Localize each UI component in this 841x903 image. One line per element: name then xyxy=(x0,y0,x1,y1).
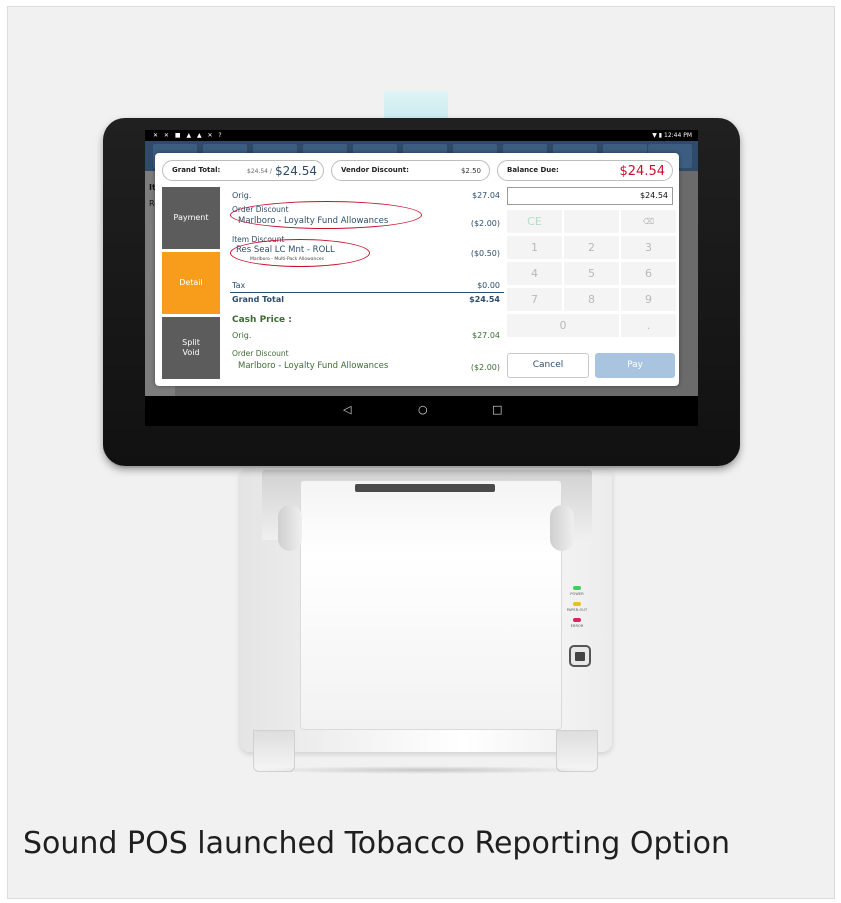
cancel-button[interactable]: Cancel xyxy=(507,353,589,378)
screen: ✕ ✕ ■ ▲ ▲ ✕ ? ▼ ▮ 12:44 PM Item Res M Gr… xyxy=(145,130,698,426)
key-3[interactable]: 3 xyxy=(621,236,676,259)
balance-due-value: $24.54 xyxy=(619,164,666,179)
base-shadow xyxy=(250,766,600,774)
status-icons: ✕ ✕ ■ ▲ ▲ ✕ ? xyxy=(153,132,224,139)
key-5[interactable]: 5 xyxy=(564,262,619,285)
printer-hinge-right xyxy=(550,505,574,551)
grand-total-row-label: Grand Total xyxy=(232,295,284,304)
home-icon[interactable]: ○ xyxy=(418,404,428,416)
item-discount-value: ($0.50) xyxy=(470,249,500,258)
paper-slot xyxy=(355,484,495,492)
highlight-ellipse xyxy=(230,239,370,267)
amount-input[interactable]: $24.54 xyxy=(507,187,673,205)
paper-led-icon xyxy=(573,602,581,606)
printer-hinge-left xyxy=(278,505,302,551)
key-7[interactable]: 7 xyxy=(507,288,562,311)
printer-leds: POWER PAPER-OUT ERROR xyxy=(565,586,589,634)
orig-value: $27.04 xyxy=(472,191,500,200)
vendor-discount-pill: Vendor Discount: $2.50 xyxy=(331,160,490,181)
feed-icon xyxy=(575,651,585,661)
detail-panel: Orig. $27.04 Order Discount Marlboro - L… xyxy=(222,185,504,386)
key-4[interactable]: 4 xyxy=(507,262,562,285)
key-2[interactable]: 2 xyxy=(564,236,619,259)
grand-total-row-value: $24.54 xyxy=(469,295,500,304)
grand-total-row: Grand Total $24.54 xyxy=(232,295,504,304)
error-led-icon xyxy=(573,618,581,622)
tab-detail-label: Detail xyxy=(179,278,203,287)
power-led-label: POWER xyxy=(570,592,584,596)
tab-void-label: Void xyxy=(182,348,200,357)
vendor-discount-value: $2.50 xyxy=(460,167,481,175)
key-dot[interactable]: . xyxy=(621,314,676,337)
key-blank xyxy=(564,210,619,233)
cash-orig-label: Orig. xyxy=(232,331,252,340)
cash-order-discount-heading: Order Discount xyxy=(232,349,289,358)
cash-orig-row: Orig. $27.04 xyxy=(232,331,504,340)
tab-payment-label: Payment xyxy=(173,213,209,222)
cash-orig-value: $27.04 xyxy=(472,331,500,340)
pay-button[interactable]: Pay xyxy=(595,353,675,378)
orig-row: Orig. $27.04 xyxy=(232,191,504,200)
tab-payment[interactable]: Payment xyxy=(162,187,220,249)
cash-order-discount-value: ($2.00) xyxy=(470,363,500,372)
key-ce[interactable]: CE xyxy=(507,210,562,233)
grand-total-small: $24.54 / xyxy=(247,168,272,175)
power-led-icon xyxy=(573,586,581,590)
order-discount-value: ($2.00) xyxy=(470,219,500,228)
printer-cover xyxy=(300,480,562,730)
paper-feed-button[interactable] xyxy=(569,645,591,667)
paper-led-label: PAPER-OUT xyxy=(566,608,588,612)
key-8[interactable]: 8 xyxy=(564,288,619,311)
grand-total-pill: Grand Total: $24.54 / $24.54 xyxy=(162,160,324,181)
key-6[interactable]: 6 xyxy=(621,262,676,285)
error-led-label: ERROR xyxy=(570,624,584,628)
back-icon[interactable]: ◁ xyxy=(343,404,351,416)
tax-row: Tax $0.00 xyxy=(232,281,504,290)
tab-split-void[interactable]: Split Void xyxy=(162,317,220,379)
status-bar: ✕ ✕ ■ ▲ ▲ ✕ ? ▼ ▮ 12:44 PM xyxy=(145,130,698,141)
tab-split-label: Split xyxy=(182,338,200,347)
android-nav-bar: ◁ ○ □ xyxy=(145,396,698,426)
grand-total-value: $24.54 xyxy=(275,164,317,178)
caption: Sound POS launched Tobacco Reporting Opt… xyxy=(23,826,730,861)
tab-detail[interactable]: Detail xyxy=(162,252,220,314)
key-9[interactable]: 9 xyxy=(621,288,676,311)
balance-due-label: Balance Due: xyxy=(507,166,559,174)
vendor-discount-label: Vendor Discount: xyxy=(341,166,409,174)
backspace-icon[interactable]: ⌫ xyxy=(621,210,676,233)
tax-label: Tax xyxy=(232,281,246,290)
highlight-ellipse xyxy=(230,201,422,229)
orig-label: Orig. xyxy=(232,191,252,200)
total-divider xyxy=(230,292,504,293)
key-1[interactable]: 1 xyxy=(507,236,562,259)
cash-price-heading: Cash Price : xyxy=(232,315,292,325)
recents-icon[interactable]: □ xyxy=(492,404,502,416)
cash-order-discount-item: Marlboro - Loyalty Fund Allowances xyxy=(238,361,389,371)
payment-dialog: Grand Total: $24.54 / $24.54 Vendor Disc… xyxy=(155,153,679,386)
tax-value: $0.00 xyxy=(477,281,500,290)
balance-due-pill: Balance Due: $24.54 xyxy=(497,160,673,181)
status-time: ▼ ▮ 12:44 PM xyxy=(652,132,692,139)
grand-total-label: Grand Total: xyxy=(172,166,221,174)
key-0[interactable]: 0 xyxy=(507,314,619,337)
